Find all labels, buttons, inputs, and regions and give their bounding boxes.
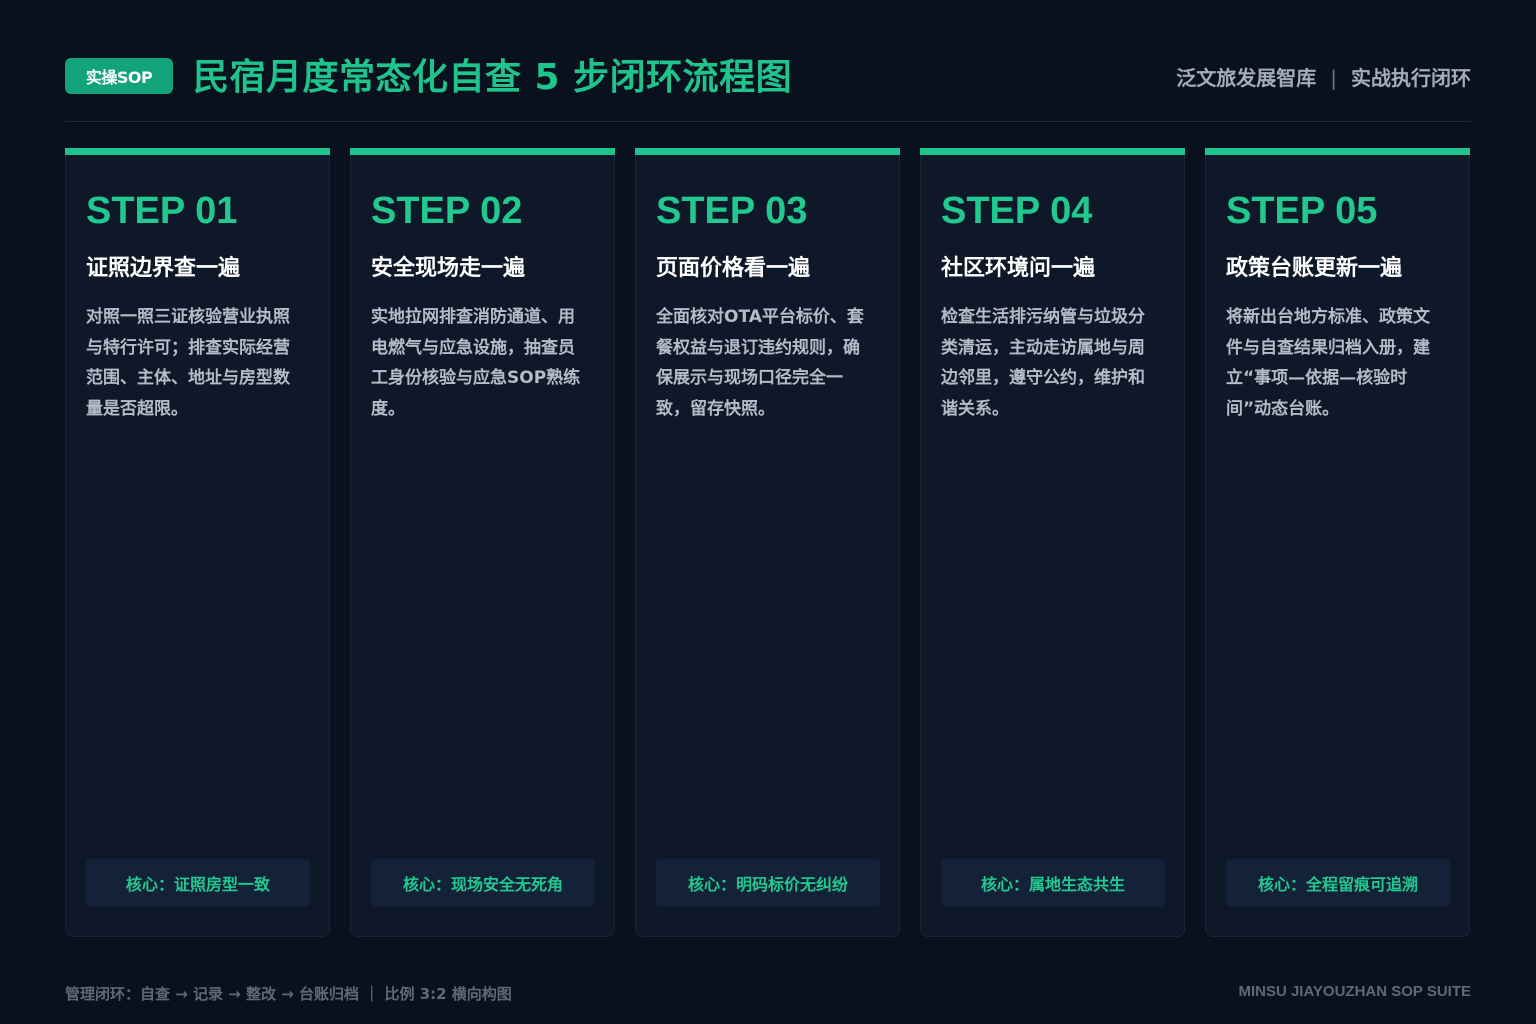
step-title: 页面价格看一遍	[656, 256, 811, 281]
step-title: 安全现场走一遍	[371, 256, 526, 281]
step-description: 全面核对OTA平台标价、套餐权益与退订违约规则，确保展示与现场口径完全一致，留存…	[656, 307, 864, 419]
card-accent-bar	[1205, 148, 1470, 155]
brand-left-text: 泛文旅发展智库	[1176, 66, 1317, 90]
step-card-4: STEP 04 社区环境问一遍 检查生活排污纳管与垃圾分类清运，主动走访属地与周…	[920, 148, 1185, 937]
brand-separator: |	[1330, 66, 1337, 90]
brand-right-text: 实战执行闭环	[1351, 66, 1471, 90]
step-card-2: STEP 02 安全现场走一遍 实地拉网排查消防通道、用电燃气与应急设施，抽查员…	[350, 148, 615, 937]
step-core-badge: 核心：属地生态共生	[941, 859, 1165, 906]
card-accent-bar	[350, 148, 615, 155]
step-description: 检查生活排污纳管与垃圾分类清运，主动走访属地与周边邻里，遵守公约，维护和谐关系。	[941, 307, 1145, 419]
step-number: STEP 03	[656, 190, 808, 232]
step-number: STEP 04	[941, 190, 1093, 232]
card-accent-bar	[635, 148, 900, 155]
sop-tag-badge: 实操SOP	[65, 58, 173, 94]
footer-process-note: 管理闭环：自查 → 记录 → 整改 → 台账归档 ｜ 比例 3:2 横向构图	[65, 985, 512, 1003]
card-accent-bar	[920, 148, 1185, 155]
step-description: 实地拉网排查消防通道、用电燃气与应急设施，抽查员工身份核验与应急SOP熟练度。	[371, 307, 581, 419]
step-title: 证照边界查一遍	[86, 256, 241, 281]
step-core-badge: 核心：现场安全无死角	[371, 859, 595, 906]
step-number: STEP 01	[86, 190, 238, 232]
step-description: 对照一照三证核验营业执照与特行许可；排查实际经营范围、主体、地址与房型数量是否超…	[86, 307, 290, 419]
step-core-badge: 核心：全程留痕可追溯	[1226, 859, 1450, 906]
step-title: 社区环境问一遍	[941, 256, 1096, 281]
step-core-badge: 核心：明码标价无纠纷	[656, 859, 880, 906]
step-card-1: STEP 01 证照边界查一遍 对照一照三证核验营业执照与特行许可；排查实际经营…	[65, 148, 330, 937]
footer-suite-name: MINSU JIAYOUZHAN SOP SUITE	[1238, 983, 1471, 1000]
step-description: 将新出台地方标准、政策文件与自查结果归档入册，建立“事项—依据—核验时间”动态台…	[1226, 307, 1430, 419]
step-title: 政策台账更新一遍	[1226, 256, 1403, 281]
header: 实操SOP 民宿月度常态化自查 5 步闭环流程图 泛文旅发展智库 | 实战执行闭环	[65, 52, 1471, 104]
header-divider	[65, 121, 1471, 122]
card-accent-bar	[65, 148, 330, 155]
step-core-badge: 核心：证照房型一致	[86, 859, 310, 906]
step-card-5: STEP 05 政策台账更新一遍 将新出台地方标准、政策文件与自查结果归档入册，…	[1205, 148, 1470, 937]
step-number: STEP 02	[371, 190, 523, 232]
page-title: 民宿月度常态化自查 5 步闭环流程图	[193, 57, 793, 98]
brand-label: 泛文旅发展智库 | 实战执行闭环	[1176, 52, 1471, 104]
step-card-3: STEP 03 页面价格看一遍 全面核对OTA平台标价、套餐权益与退订违约规则，…	[635, 148, 900, 937]
step-number: STEP 05	[1226, 190, 1378, 232]
